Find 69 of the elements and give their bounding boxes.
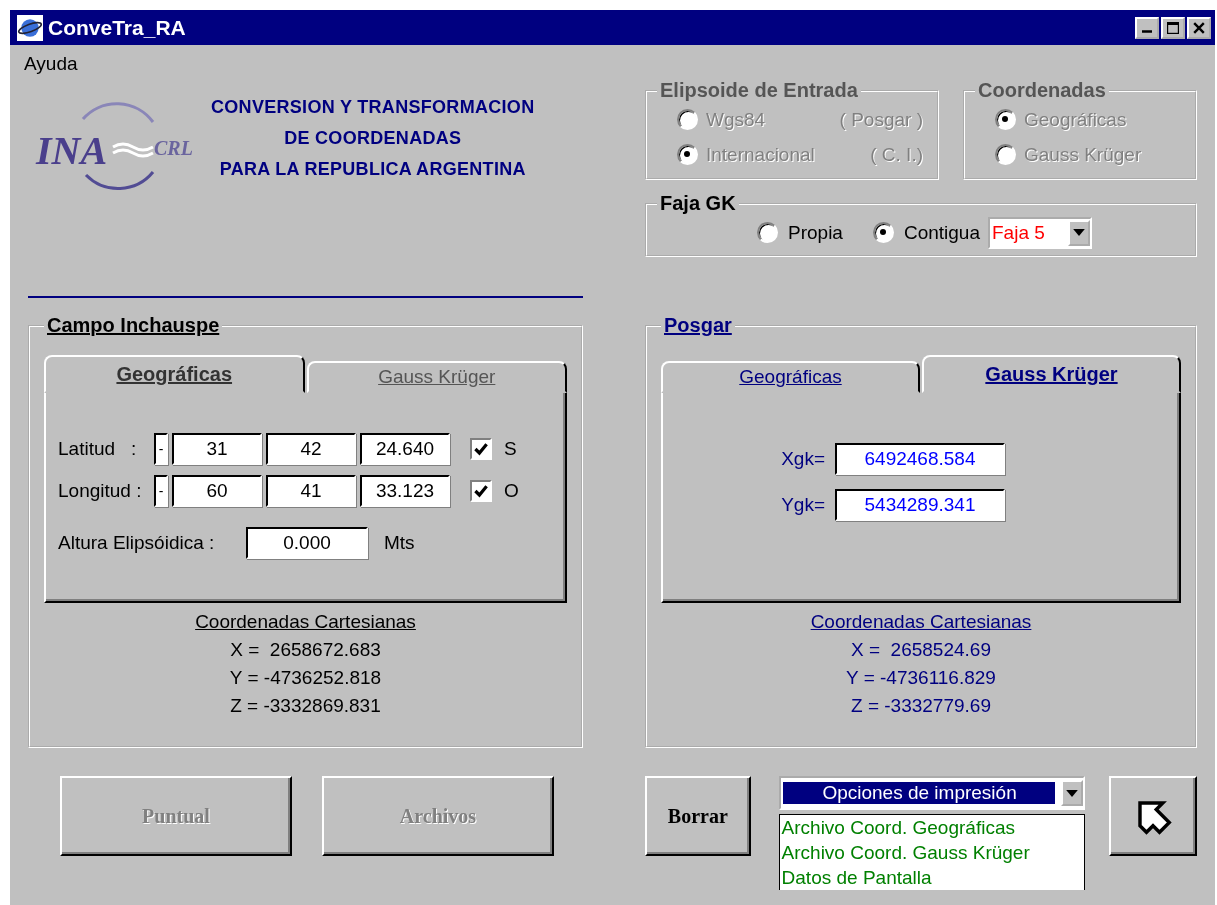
field-label: Xgk= (780, 448, 825, 470)
output-field[interactable]: 5434289.341 (835, 489, 1005, 521)
field-label: Ygk= (780, 494, 825, 516)
maximize-icon (1167, 21, 1179, 34)
radio-label: Contigua (903, 221, 980, 244)
logo: INA CRL (28, 97, 203, 197)
radio-note: ( C. I.) (870, 143, 924, 166)
dropdown-option[interactable]: Datos de Pantalla (781, 865, 1084, 890)
tab[interactable]: Gauss Krüger (922, 355, 1181, 393)
field-label: Longitud : (58, 480, 143, 502)
cartesian-value: X = 2658524.69 (851, 639, 991, 661)
minutes-field[interactable]: 42 (266, 433, 356, 465)
minimize-button[interactable] (1135, 16, 1159, 39)
degrees-field[interactable]: 31 (172, 433, 262, 465)
zone-dropdown[interactable]: Faja 5 (988, 216, 1092, 249)
radio-label: Wgs84 (706, 108, 767, 131)
heading-line: DE COORDENADAS (284, 127, 462, 149)
checkbox[interactable] (470, 480, 492, 502)
maximize-button[interactable] (1161, 16, 1185, 39)
dropdown-value: Opciones de impresión (782, 782, 1055, 804)
tab[interactable]: Geográficas (44, 355, 305, 393)
seconds-field[interactable]: 33.123 (360, 475, 450, 507)
globe-icon (16, 14, 44, 41)
radio-label: Internacional (706, 143, 816, 166)
cartesian-value: Z = -3332779.69 (851, 695, 991, 717)
cartesian-value: X = 2658672.683 (230, 639, 381, 661)
dropdown-option[interactable]: Archivo Coord. Gauss Krüger (781, 840, 1084, 865)
exit-button[interactable] (1108, 776, 1197, 856)
tab[interactable]: Geográficas (661, 361, 920, 393)
action-button[interactable]: Borrar (645, 776, 751, 856)
checkbox-label: S (504, 438, 517, 460)
field-label: Altura Elipsóidica : (58, 532, 216, 554)
height-field[interactable]: 0.000 (246, 527, 368, 559)
close-button[interactable] (1187, 16, 1211, 39)
output-field[interactable]: 6492468.584 (835, 443, 1005, 475)
field-label: Latitud : (58, 438, 138, 460)
panel-title: Campo Inchauspe (46, 314, 221, 337)
degrees-field[interactable]: 60 (172, 475, 262, 507)
dropdown-option[interactable]: Archivo Coord. Geográficas (781, 815, 1084, 840)
heading-line: CONVERSION Y TRANSFORMACION (211, 96, 535, 118)
sign-field[interactable]: - (154, 433, 168, 465)
checkbox-label: O (504, 480, 519, 502)
radio-button[interactable] (757, 222, 778, 243)
cartesian-title: Coordenadas Cartesianas (195, 611, 416, 633)
minimize-icon (1142, 29, 1152, 33)
panel-title: Posgar (663, 314, 733, 337)
radio-label: Propia (788, 221, 843, 244)
close-icon (1193, 21, 1205, 34)
cartesian-value: Z = -3332869.831 (230, 695, 381, 717)
seconds-field[interactable]: 24.640 (360, 433, 450, 465)
cartesian-value: Y = -4736252.818 (229, 667, 382, 689)
window-title: ConveTra_RA (48, 15, 186, 40)
print-dropdown[interactable]: Opciones de impresión (778, 776, 1085, 810)
checkbox[interactable] (470, 438, 492, 460)
radio-label: Geográficas (1024, 108, 1127, 131)
menu-item[interactable]: Ayuda (24, 53, 78, 74)
sign-field[interactable]: - (154, 475, 168, 507)
heading-line: PARA LA REPUBLICA ARGENTINA (219, 158, 526, 180)
group-title: Coordenadas (977, 79, 1107, 102)
radio-note: ( Posgar ) (839, 108, 924, 131)
minutes-field[interactable]: 41 (266, 475, 356, 507)
group-title: Faja GK (659, 192, 737, 215)
radio-label: Gauss Krüger (1024, 143, 1142, 166)
tab[interactable]: Gauss Krüger (306, 361, 567, 393)
group-title: Elipsoide de Entrada (659, 79, 859, 102)
cartesian-value: Y = -4736116.829 (846, 667, 996, 689)
cartesian-title: Coordenadas Cartesianas (810, 611, 1032, 633)
radio-button[interactable] (872, 222, 894, 243)
unit-label: Mts (384, 532, 415, 554)
